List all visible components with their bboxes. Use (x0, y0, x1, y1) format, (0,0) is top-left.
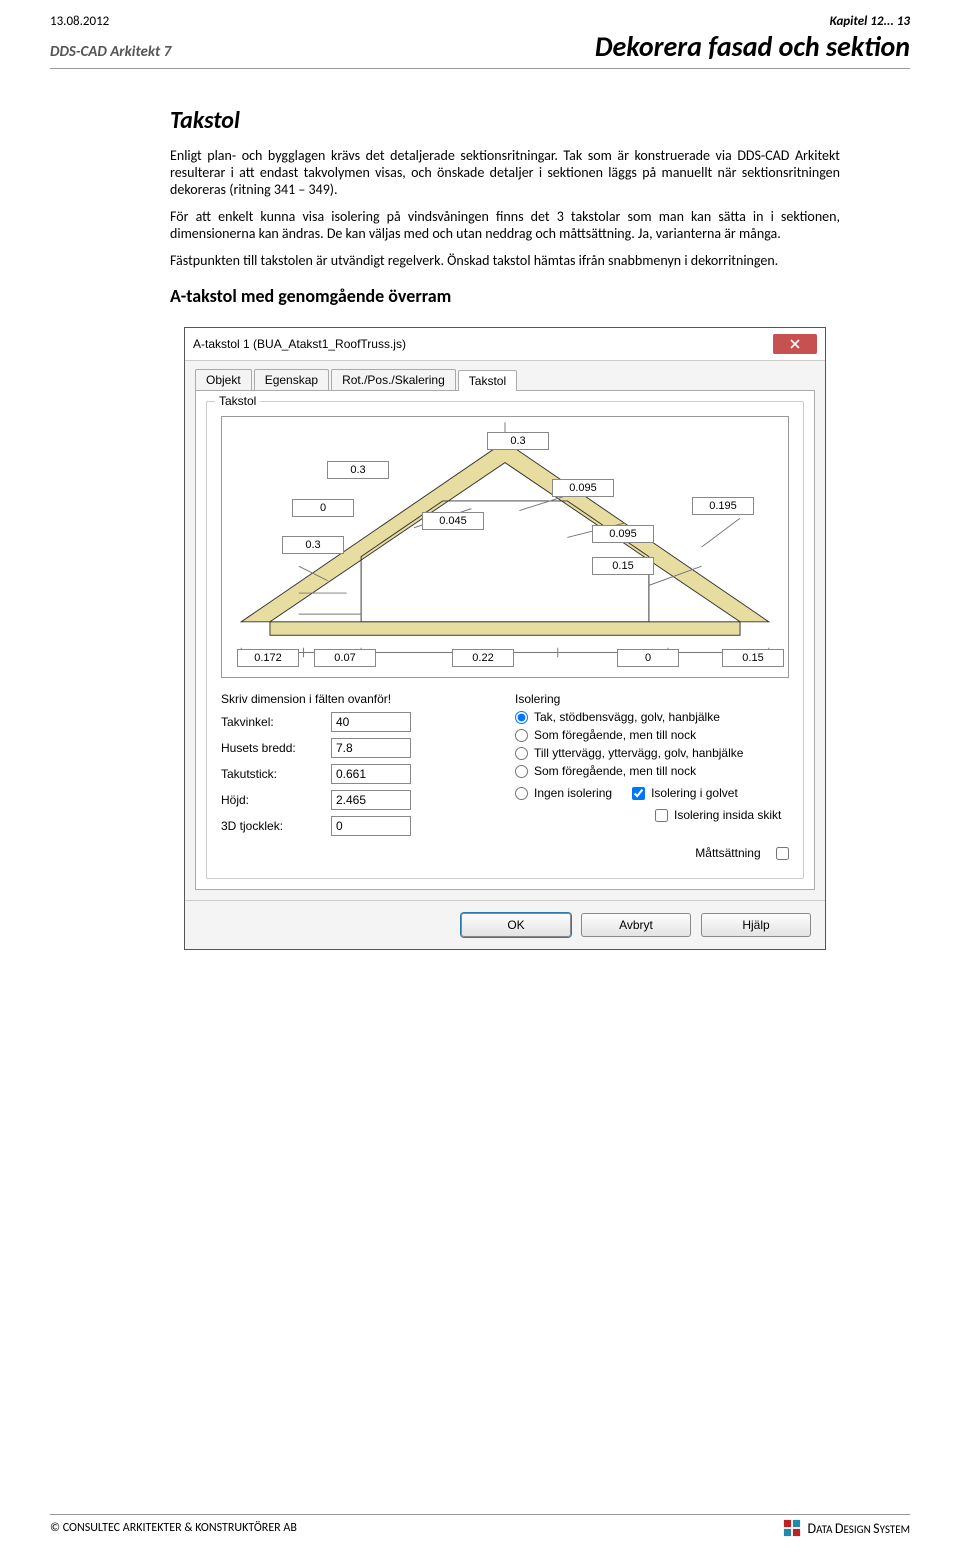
truss-diagram: 0.3 0.3 0 0.3 0.045 0.095 0.095 0.15 0.1… (221, 416, 789, 678)
check-label: Isolering insida skikt (674, 808, 781, 822)
paragraph: Enligt plan- och bygglagen krävs det det… (170, 147, 840, 198)
check-label: Isolering i golvet (651, 786, 738, 800)
radio-opt-3[interactable] (515, 765, 528, 778)
radio-label: Som föregående, men till nock (534, 728, 789, 742)
takvinkel-input[interactable] (331, 712, 411, 732)
close-icon (790, 339, 800, 349)
body-text: Takstol Enligt plan- och bygglagen krävs… (0, 69, 960, 950)
paragraph: Fästpunkten till takstolen är utvändigt … (170, 252, 840, 269)
dim-b1[interactable]: 0.172 (237, 649, 299, 667)
dim-l2[interactable]: 0 (292, 499, 354, 517)
dim-r1[interactable]: 0.095 (552, 479, 614, 497)
paragraph: För att enkelt kunna visa isolering på v… (170, 208, 840, 242)
header-chapter: Kapitel 12... 13 (830, 14, 910, 29)
radio-label: Ingen isolering (534, 786, 612, 800)
hojd-input[interactable] (331, 790, 411, 810)
field-label: Höjd: (221, 793, 331, 807)
radio-opt-2[interactable] (515, 747, 528, 760)
husets-bredd-input[interactable] (331, 738, 411, 758)
dialog-tabs: Objekt Egenskap Rot./Pos./Skalering Taks… (185, 361, 825, 390)
help-button[interactable]: Hjälp (701, 913, 811, 937)
radio-opt-4[interactable] (515, 787, 528, 800)
dim-top[interactable]: 0.3 (487, 432, 549, 450)
check-label: Måttsättning (695, 846, 760, 860)
dialog-titlebar: A-takstol 1 (BUA_Atakst1_RoofTruss.js) (185, 328, 825, 361)
field-label: Takutstick: (221, 767, 331, 781)
form-left: Skriv dimension i fälten ovanför! Takvin… (221, 692, 495, 864)
dim-r4[interactable]: 0.15 (592, 557, 654, 575)
cancel-button[interactable]: Avbryt (581, 913, 691, 937)
radio-opt-0[interactable] (515, 711, 528, 724)
check-golvet[interactable] (632, 787, 645, 800)
dialog-buttons: OK Avbryt Hjälp (185, 900, 825, 949)
tab-takstol[interactable]: Takstol (458, 370, 517, 391)
radio-label: Tak, stödbensvägg, golv, hanbjälke (534, 710, 789, 724)
dim-l1[interactable]: 0.3 (327, 461, 389, 479)
footer-right: DATA DESIGN SYSTEM (783, 1519, 910, 1537)
radio-label: Till yttervägg, yttervägg, golv, hanbjäl… (534, 746, 789, 760)
form-row: Skriv dimension i fälten ovanför! Takvin… (221, 692, 789, 864)
footer-left: © CONSULTEC ARKITEKTER & KONSTRUKTÖRER A… (50, 1521, 297, 1535)
dim-b4[interactable]: 0 (617, 649, 679, 667)
tab-rot-pos-skalering[interactable]: Rot./Pos./Skalering (331, 369, 456, 390)
radio-opt-1[interactable] (515, 729, 528, 742)
section-heading: Takstol (170, 106, 840, 135)
field-label: Husets bredd: (221, 741, 331, 755)
dim-b2[interactable]: 0.07 (314, 649, 376, 667)
page-footer: © CONSULTEC ARKITEKTER & KONSTRUKTÖRER A… (50, 1514, 910, 1537)
dim-r5[interactable]: 0.195 (692, 497, 754, 515)
dim-r3[interactable]: 0.095 (592, 525, 654, 543)
tjocklek-input[interactable] (331, 816, 411, 836)
dim-r2[interactable]: 0.045 (422, 512, 484, 530)
radio-label: Som föregående, men till nock (534, 764, 789, 778)
header-title: Dekorera fasad och sektion (595, 29, 910, 64)
dim-b5[interactable]: 0.15 (722, 649, 784, 667)
check-mattsattning[interactable] (776, 847, 789, 860)
ok-button[interactable]: OK (461, 913, 571, 937)
tab-egenskap[interactable]: Egenskap (254, 369, 329, 390)
dialog-caption: A-takstol 1 (BUA_Atakst1_RoofTruss.js) (193, 337, 406, 351)
takstol-dialog: A-takstol 1 (BUA_Atakst1_RoofTruss.js) O… (184, 327, 826, 950)
dim-b3[interactable]: 0.22 (452, 649, 514, 667)
takstol-group: Takstol (206, 401, 804, 879)
footer-brand: DATA DESIGN SYSTEM (807, 1520, 910, 1537)
header-date: 13.08.2012 (50, 14, 109, 29)
sub-heading: A-takstol med genomgående överram (170, 285, 840, 307)
field-label: 3D tjocklek: (221, 819, 331, 833)
dds-logo-icon (783, 1519, 801, 1537)
takutstick-input[interactable] (331, 764, 411, 784)
page-header: 13.08.2012 Kapitel 12... 13 DDS-CAD Arki… (0, 0, 960, 64)
tab-objekt[interactable]: Objekt (195, 369, 252, 390)
form-note: Skriv dimension i fälten ovanför! (221, 692, 495, 706)
check-insida[interactable] (655, 809, 668, 822)
field-label: Takvinkel: (221, 715, 331, 729)
tab-panel: Takstol (195, 390, 815, 890)
dim-l3[interactable]: 0.3 (282, 536, 344, 554)
header-product: DDS-CAD Arkitekt 7 (50, 43, 171, 61)
close-button[interactable] (773, 334, 817, 354)
group-label: Takstol (215, 394, 260, 408)
isolering-label: Isolering (515, 692, 789, 706)
form-right: Isolering Tak, stödbensvägg, golv, hanbj… (515, 692, 789, 864)
